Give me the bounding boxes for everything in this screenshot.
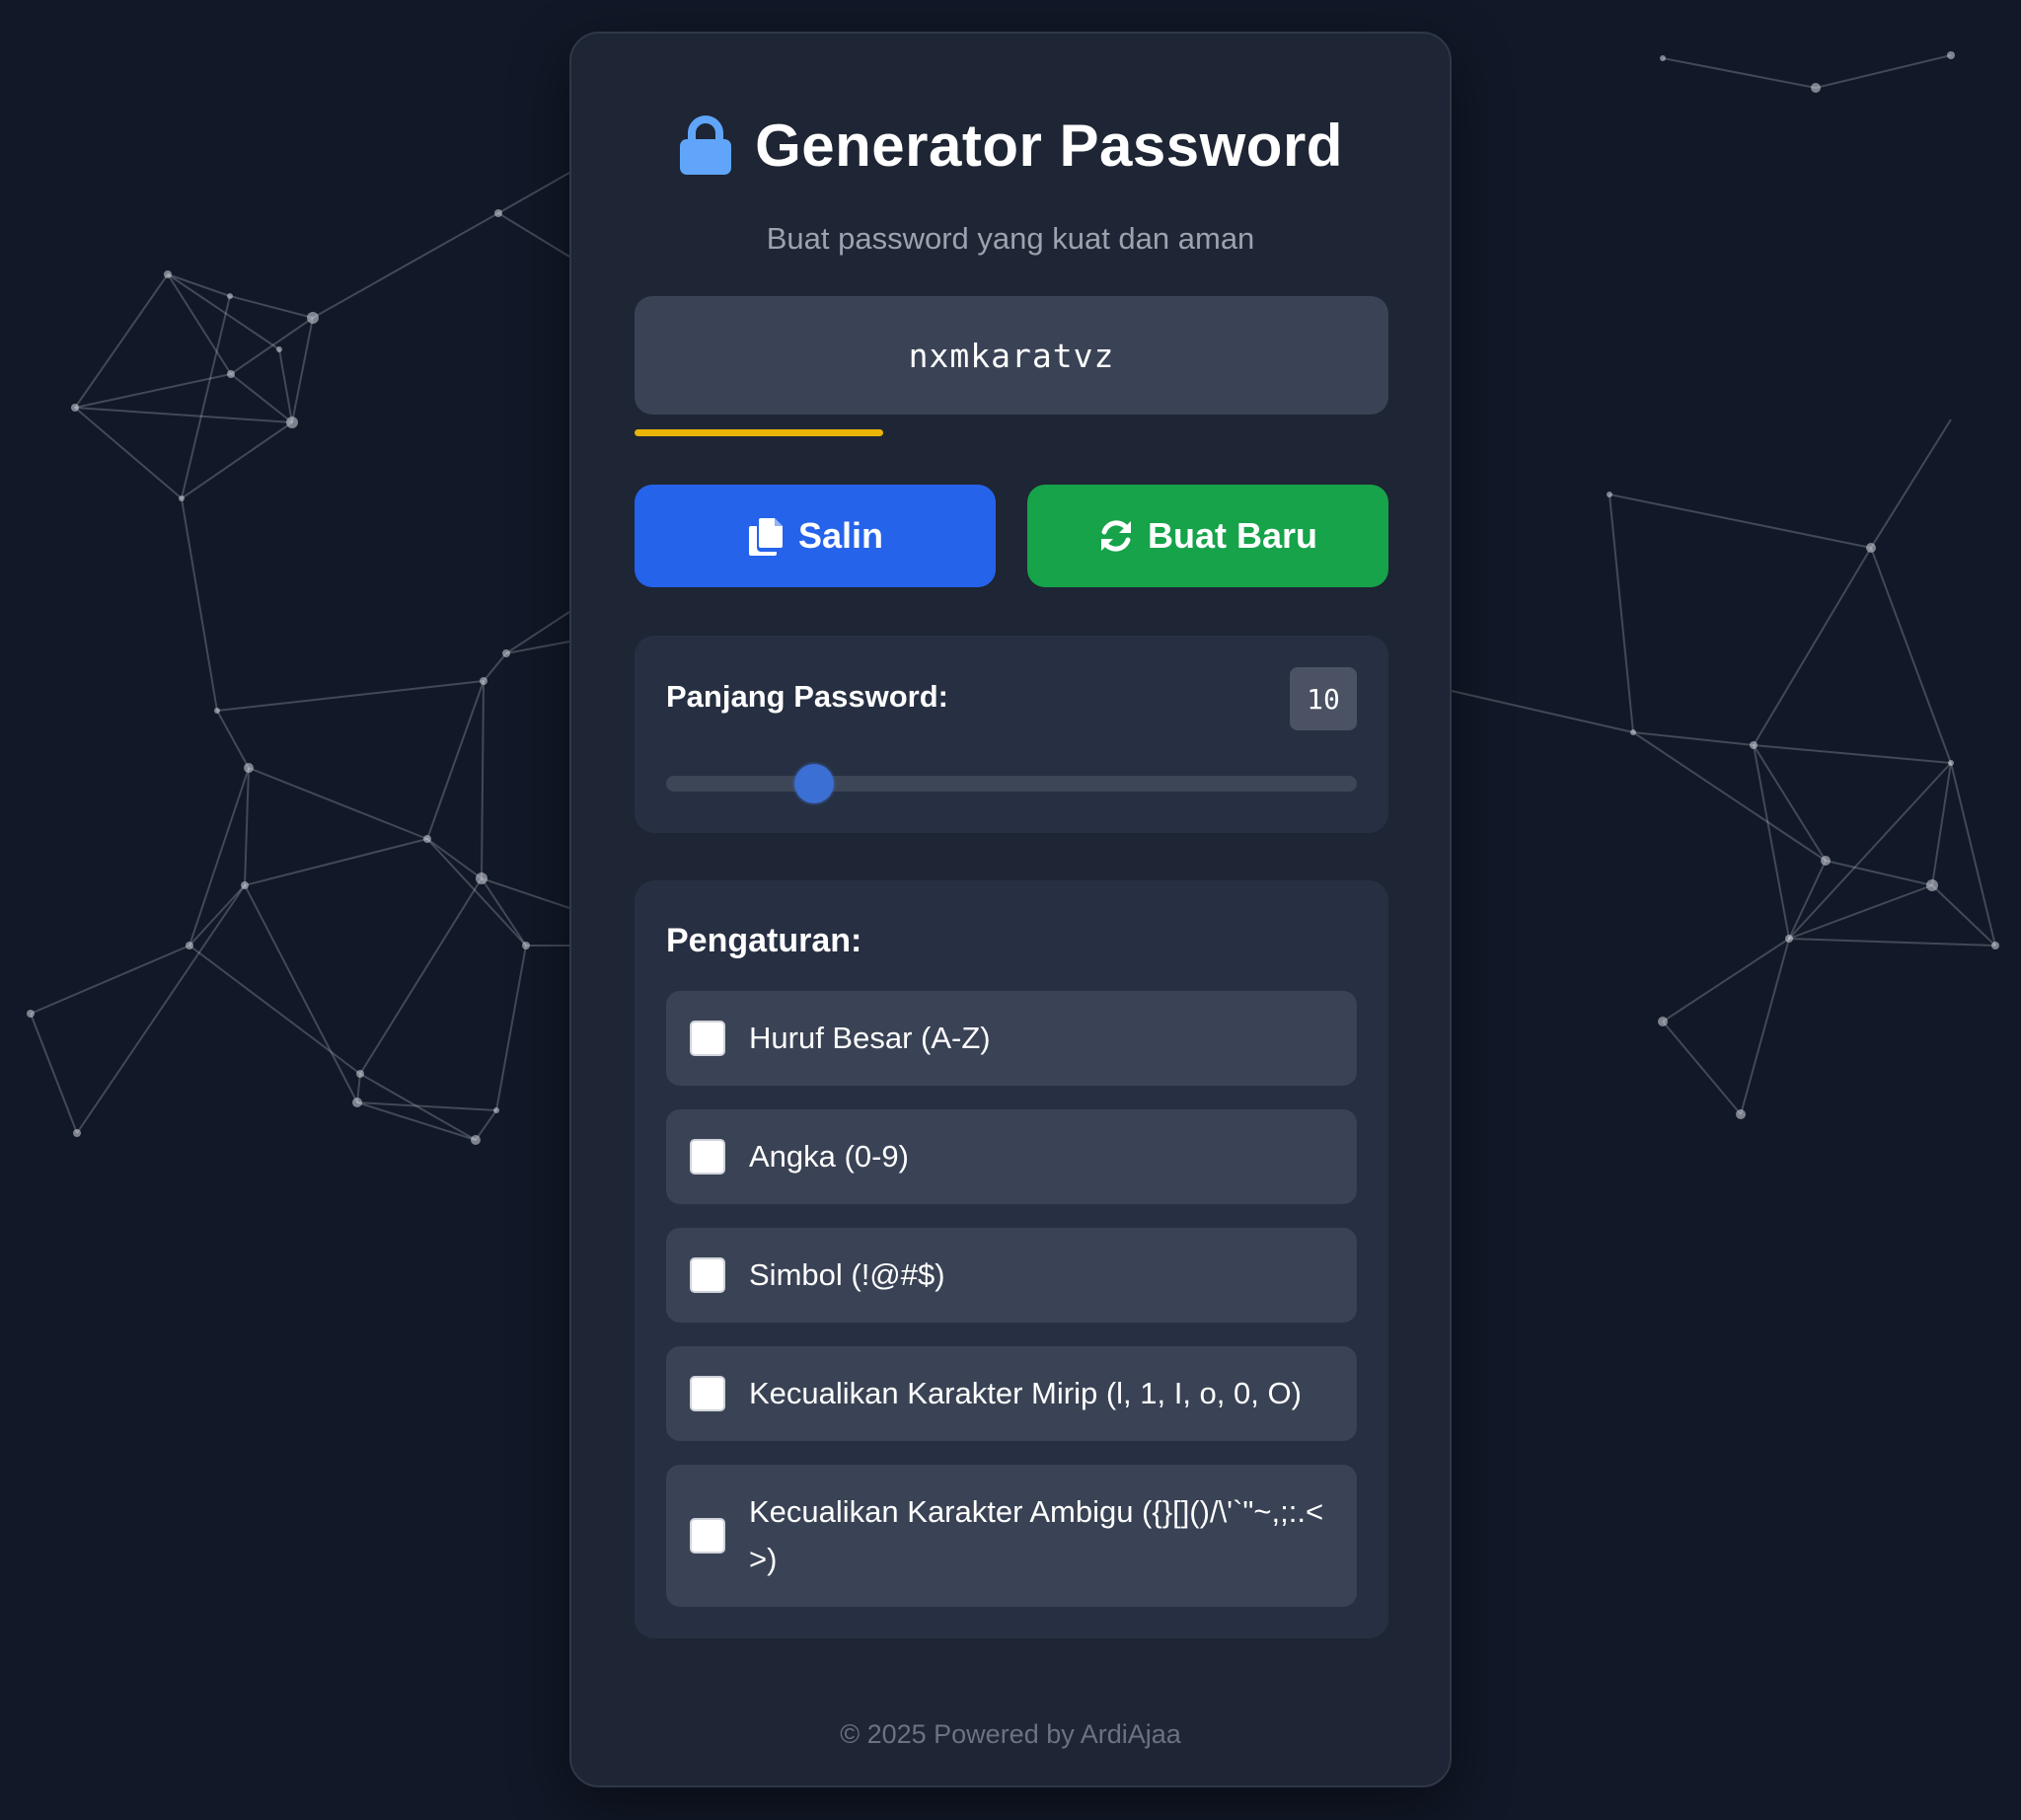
generate-new-button-label: Buat Baru <box>1147 515 1318 556</box>
length-slider[interactable] <box>666 764 1357 803</box>
option-symbols[interactable]: Simbol (!@#$) <box>666 1228 1357 1323</box>
option-uppercase[interactable]: Huruf Besar (A-Z) <box>666 991 1357 1086</box>
option-symbols-label: Simbol (!@#$) <box>749 1257 945 1292</box>
option-exclude-ambiguous[interactable]: Kecualikan Karakter Ambigu ({}[]()/\'`"~… <box>666 1465 1357 1607</box>
length-panel: Panjang Password: 10 <box>635 636 1388 833</box>
option-uppercase-checkbox[interactable] <box>690 1021 725 1056</box>
generate-new-button[interactable]: Buat Baru <box>1027 485 1388 587</box>
option-symbols-checkbox[interactable] <box>690 1257 725 1293</box>
generator-card: Generator Password Buat password yang ku… <box>569 32 1452 1787</box>
option-exclude-similar-label: Kecualikan Karakter Mirip (l, 1, I, o, 0… <box>749 1376 1302 1410</box>
length-value: 10 <box>1290 667 1357 730</box>
copy-button[interactable]: Salin <box>635 485 996 587</box>
copy-button-label: Salin <box>797 515 884 556</box>
settings-title: Pengaturan: <box>666 922 862 959</box>
lock-icon <box>680 115 732 175</box>
refresh-icon <box>1100 520 1131 552</box>
option-exclude-similar[interactable]: Kecualikan Karakter Mirip (l, 1, I, o, 0… <box>666 1346 1357 1441</box>
password-output[interactable]: nxmkaratvz <box>635 296 1388 415</box>
option-uppercase-label: Huruf Besar (A-Z) <box>749 1021 991 1055</box>
strength-meter <box>635 429 1388 436</box>
header: Generator Password <box>571 101 1450 190</box>
footer-text: © 2025 Powered by ArdiAjaa <box>840 1719 1181 1749</box>
option-exclude-ambiguous-checkbox[interactable] <box>690 1518 725 1554</box>
option-numbers-checkbox[interactable] <box>690 1139 725 1175</box>
page-title: Generator Password <box>755 112 1343 179</box>
length-label: Panjang Password: <box>666 679 948 714</box>
page-subtitle: Buat password yang kuat dan aman <box>766 221 1255 256</box>
option-exclude-ambiguous-label: Kecualikan Karakter Ambigu ({}[]()/\'`"~… <box>749 1494 1324 1576</box>
settings-panel: Pengaturan: Huruf Besar (A-Z) Angka (0-9… <box>635 880 1388 1638</box>
option-numbers-label: Angka (0-9) <box>749 1139 909 1174</box>
option-numbers[interactable]: Angka (0-9) <box>666 1109 1357 1204</box>
copy-icon <box>748 518 783 556</box>
strength-meter-fill <box>635 429 884 436</box>
length-slider-thumb[interactable] <box>794 764 834 803</box>
option-exclude-similar-checkbox[interactable] <box>690 1376 725 1411</box>
